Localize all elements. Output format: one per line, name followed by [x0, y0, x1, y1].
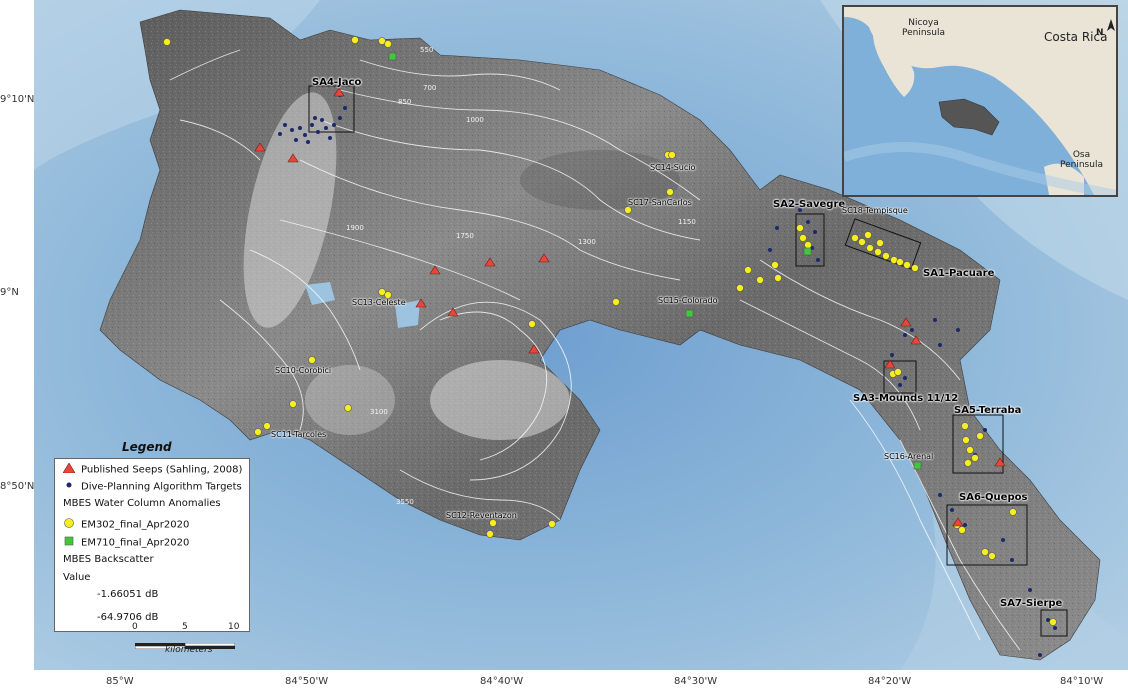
legend-ramp-max: -1.66051 dB [97, 589, 159, 600]
legend-row-em710: EM710_final_Apr2020 [63, 535, 189, 550]
contour-label: 3550 [396, 498, 414, 506]
inset-label-nicoya: Nicoya Peninsula [902, 18, 945, 38]
legend-row-backscatter: MBES Backscatter [63, 554, 154, 565]
legend-row-mbes-wc: MBES Water Column Anomalies [63, 498, 221, 509]
lon-tick: 84°40'W [480, 676, 524, 687]
contour-label: 700 [423, 84, 436, 92]
triangle-icon [62, 462, 76, 476]
legend-title: Legend [122, 440, 172, 454]
legend-row-dive: Dive-Planning Algorithm Targets [63, 480, 242, 493]
lon-tick: 84°20'W [868, 676, 912, 687]
lon-tick: 84°50'W [285, 676, 329, 687]
dot-icon [63, 480, 75, 493]
lat-tick: 8°50'N [0, 481, 35, 492]
lat-tick: 9°N [0, 287, 19, 298]
contour-label: 850 [398, 98, 411, 106]
lon-tick: 84°10'W [1060, 676, 1104, 687]
legend-row-em302: EM302_final_Apr2020 [63, 517, 189, 532]
contour-label: 1300 [578, 238, 596, 246]
label-sa1: SA1-Pacuare [923, 268, 995, 279]
label-sc13: SC13-Celeste [352, 298, 406, 307]
legend-ramp-min: -64.9706 dB [97, 612, 159, 623]
label-sa7: SA7-Sierpe [1000, 598, 1063, 609]
label-sc10: SC10-Corobici [275, 366, 332, 375]
label-sc17: SC17-SanCarlos [628, 198, 692, 207]
label-sa2: SA2-Savegre [773, 199, 846, 210]
scale-bar [134, 634, 236, 650]
scale-tick: 5 [182, 622, 188, 632]
contour-label: 1000 [466, 116, 484, 124]
contour-label: 1150 [678, 218, 696, 226]
scale-unit: kilometers [165, 645, 213, 655]
label-sc16: SC16-Arenal [884, 452, 934, 461]
legend-row-seeps: Published Seeps (Sahling, 2008) [62, 462, 242, 476]
lon-tick: 85°W [106, 676, 134, 687]
legend-panel: Published Seeps (Sahling, 2008) Dive-Pla… [54, 458, 250, 632]
map-figure: 9°10'N 9°N 8°50'N 85°W 84°50'W 84°40'W 8… [0, 0, 1128, 689]
label-sc15: SC15-Colorado [658, 296, 718, 305]
label-sa4: SA4-Jaco [312, 77, 362, 88]
contour-label: 550 [420, 46, 433, 54]
legend-row-value: Value [63, 572, 91, 583]
contour-label: 1900 [346, 224, 364, 232]
scale-tick: 0 [132, 622, 138, 632]
contour-label: 3100 [370, 408, 388, 416]
lon-tick: 84°30'W [674, 676, 718, 687]
inset-map[interactable]: Nicoya Peninsula Costa Rica Osa Peninsul… [842, 5, 1118, 197]
label-sa3: SA3-Mounds 11/12 [853, 393, 959, 404]
label-sc11: SC11-Tarcoles [271, 430, 327, 439]
label-sc14: SC14-Sucio [650, 163, 696, 172]
green-square-icon [63, 535, 75, 550]
scale-tick: 10 [228, 622, 240, 632]
label-sa6: SA6-Quepos [959, 492, 1028, 503]
label-sc18: SC18-Tempisque [842, 206, 908, 215]
yellow-circle-icon [63, 517, 75, 532]
inset-label-osa: Osa Peninsula [1060, 150, 1103, 170]
contour-label: 1750 [456, 232, 474, 240]
north-arrow-icon: N [1096, 19, 1115, 38]
lat-tick: 9°10'N [0, 94, 35, 105]
label-sa5: SA5-Terraba [954, 405, 1022, 416]
label-sc12: SC12-Reventazon [446, 511, 517, 520]
